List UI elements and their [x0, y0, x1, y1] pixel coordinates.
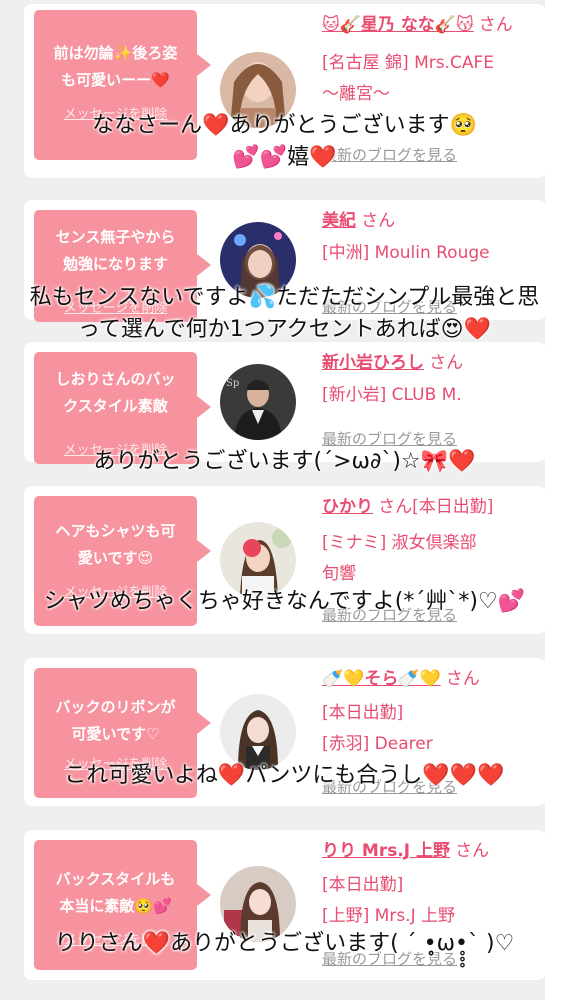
- message-text: ヘアもシャツも可 愛いです😍: [55, 522, 176, 567]
- shop-info: [新小岩] CLUB M.: [322, 385, 462, 405]
- shop-info: [赤羽] Dearer: [322, 734, 433, 754]
- sender-name[interactable]: 🍼💛そら🍼💛: [322, 669, 441, 689]
- message-text: バックスタイルも 本当に素敵🥺💕: [55, 870, 176, 915]
- sender-name[interactable]: 美紀: [322, 211, 356, 231]
- sender-name[interactable]: 新小岩ひろし: [322, 353, 424, 373]
- overlay-caption: シャツめちゃくちゃ好きなんですよ(*´艸`*)♡💕: [43, 589, 526, 614]
- shop-info: [中洲] Moulin Rouge: [322, 243, 490, 263]
- overlay-caption: りりさん❤️ありがとうございます( ´ •̥̥̥ω•̥̥̥` )♡: [54, 931, 515, 956]
- sender-name[interactable]: りり Mrs.J 上野: [322, 841, 450, 861]
- overlay-caption: 私もセンスないですよ💦ただただシンプル最強と思 って選んで何か1つアクセントあれ…: [29, 285, 540, 342]
- message-text: 前は勿論✨後ろ姿 も可愛いーー❤️: [53, 44, 178, 89]
- message-card: しおりさんのバッ クスタイル素敵 メッセージを削除 Sp 新小岩ひろし さん […: [24, 342, 546, 464]
- svg-text:Sp: Sp: [226, 378, 239, 389]
- avatar[interactable]: Sp: [220, 364, 296, 440]
- message-text: バックのリボンが 可愛いです♡: [55, 698, 176, 743]
- avatar[interactable]: [220, 694, 296, 770]
- honorific: さん: [429, 353, 464, 373]
- sender-name[interactable]: ひかり: [322, 497, 373, 517]
- overlay-caption: これ可愛いよね❤️パンツにも合うし❤️❤️❤️: [64, 763, 505, 788]
- shop-info: 〜離宮〜: [322, 84, 390, 104]
- honorific: さん: [445, 669, 480, 689]
- overlay-caption: ななさーん❤️ありがとうございます🥺 💕💕嬉❤️: [92, 113, 477, 170]
- shop-info: [名古屋 錦] Mrs.CAFE: [322, 53, 495, 73]
- honorific: さん: [455, 841, 490, 861]
- shop-info: [本日出勤]: [322, 703, 404, 723]
- honorific: さん: [478, 15, 513, 35]
- message-text: センス無子やから 勉強になります: [55, 228, 176, 273]
- sender-name[interactable]: 🐱🎸星乃 なな🎸😽: [322, 15, 474, 35]
- honorific: さん[本日出勤]: [378, 497, 494, 517]
- overlay-caption: ありがとうございます(´>ω∂`)☆🎀❤️: [93, 449, 476, 474]
- shop-info: [本日出勤]: [322, 875, 404, 895]
- shop-info: [ミナミ] 淑女倶楽部: [322, 533, 477, 553]
- message-text: しおりさんのバッ クスタイル素敵: [55, 370, 176, 415]
- honorific: さん: [361, 211, 396, 231]
